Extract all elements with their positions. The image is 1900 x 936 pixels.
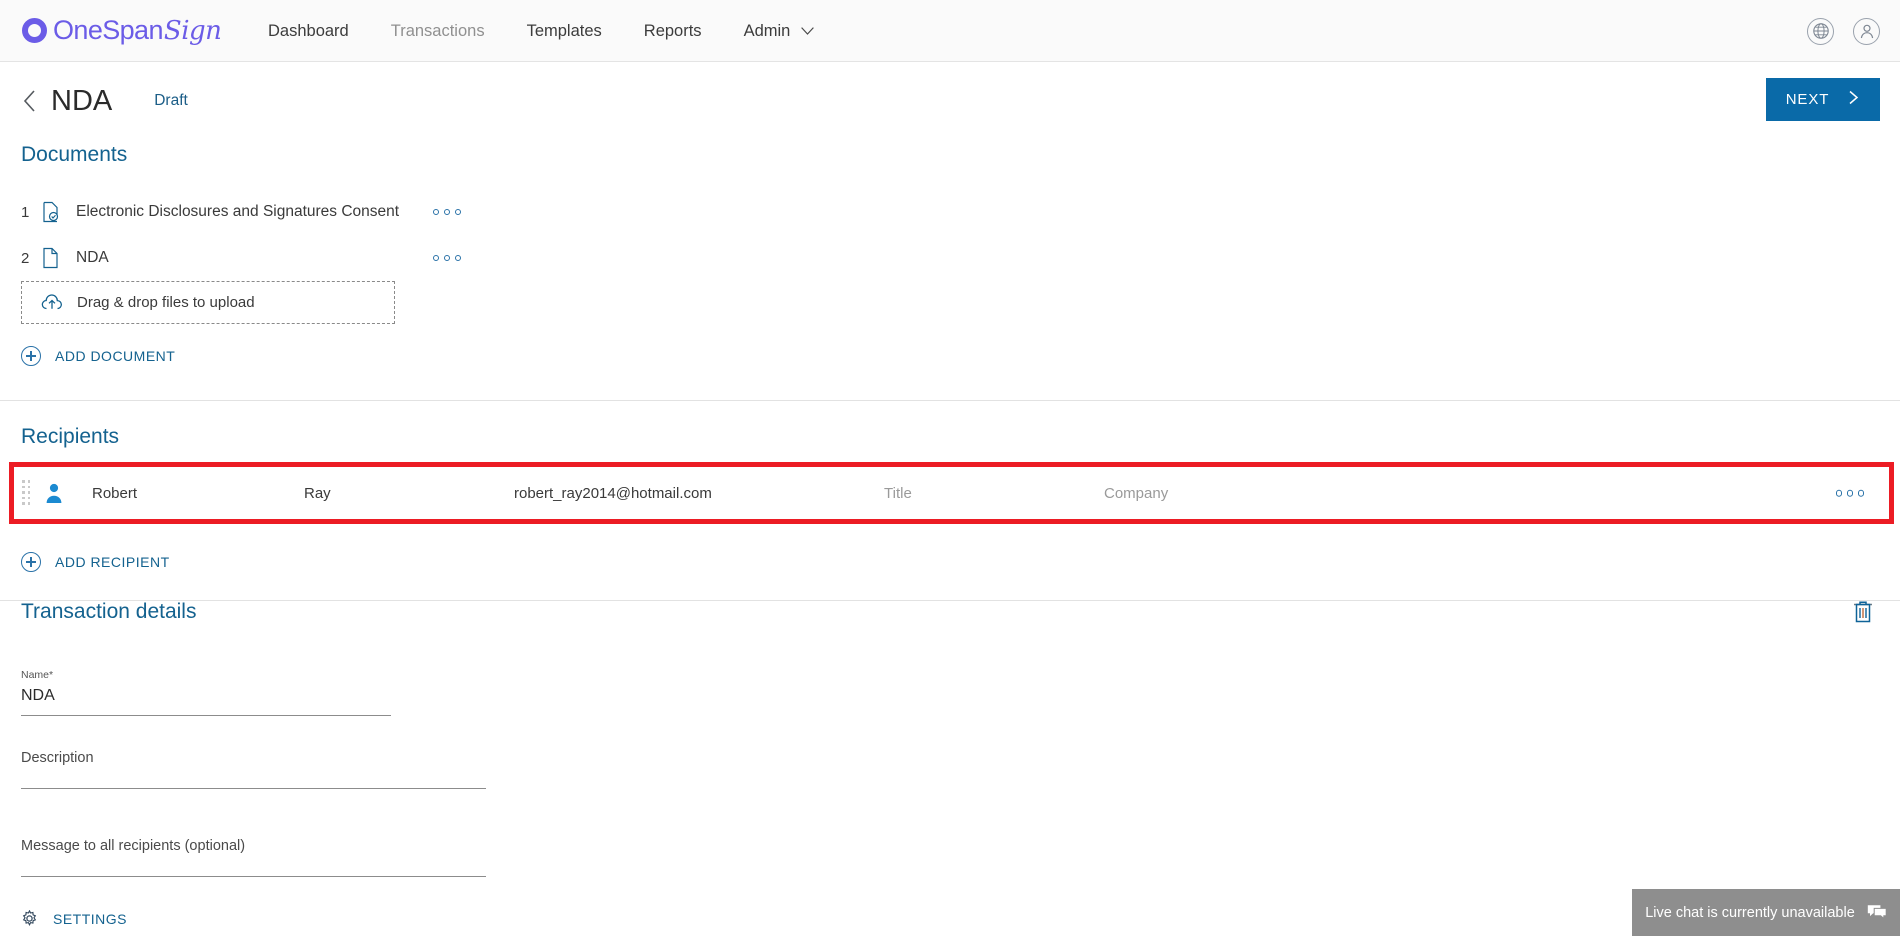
trash-icon[interactable]	[1850, 598, 1876, 626]
document-list-item[interactable]: 1 Electronic Disclosures and Signatures …	[21, 189, 461, 235]
file-dropzone[interactable]: Drag & drop files to upload	[21, 281, 395, 324]
add-recipient-button[interactable]: ADD RECIPIENT	[21, 552, 170, 572]
nav-item-templates[interactable]: Templates	[506, 0, 623, 62]
back-chevron-icon[interactable]	[21, 89, 39, 113]
document-name: Electronic Disclosures and Signatures Co…	[76, 203, 400, 220]
recipient-row-highlight: Robert Ray robert_ray2014@hotmail.com Ti…	[9, 462, 1894, 524]
person-icon	[44, 482, 64, 504]
plus-circle-icon	[21, 346, 41, 366]
nav-item-transactions[interactable]: Transactions	[370, 0, 506, 62]
live-chat-text: Live chat is currently unavailable	[1645, 904, 1855, 921]
plus-circle-icon	[21, 552, 41, 572]
primary-nav-links: Dashboard Transactions Templates Reports…	[247, 0, 835, 61]
transaction-name-label: Name*	[21, 669, 54, 681]
recipient-title-input[interactable]: Title	[884, 485, 912, 502]
settings-button[interactable]: SETTINGS	[21, 910, 127, 927]
live-chat-widget[interactable]: Live chat is currently unavailable	[1632, 889, 1900, 936]
documents-heading: Documents	[21, 143, 128, 166]
next-button[interactable]: NEXT	[1766, 78, 1880, 121]
document-index: 2	[21, 249, 30, 267]
recipient-last-name[interactable]: Ray	[304, 485, 331, 502]
logo-ring-icon	[22, 18, 47, 43]
upload-cloud-icon	[41, 293, 63, 312]
recipient-first-name[interactable]: Robert	[92, 485, 137, 502]
nav-item-dashboard[interactable]: Dashboard	[247, 0, 370, 62]
globe-icon[interactable]	[1807, 17, 1834, 45]
top-navigation-bar: OneSpan Sign Dashboard Transactions Temp…	[0, 0, 1900, 62]
documents-section: Documents 1 Electronic Disclosures and S…	[0, 143, 1900, 366]
logo-script-sign: Sign	[163, 15, 222, 46]
transaction-description-field[interactable]: Description	[21, 750, 486, 789]
drag-handle-icon[interactable]	[22, 480, 30, 506]
field-underline	[21, 715, 391, 716]
logo-wordmark: OneSpan	[53, 15, 164, 45]
account-icon[interactable]	[1853, 17, 1880, 45]
section-divider	[0, 400, 1900, 401]
next-button-label: NEXT	[1785, 91, 1830, 108]
chevron-down-icon	[801, 26, 815, 35]
document-options-menu[interactable]	[432, 208, 461, 216]
chevron-right-icon	[1847, 90, 1860, 109]
recipient-options-menu[interactable]	[1835, 489, 1864, 497]
recipients-heading: Recipients	[21, 425, 120, 448]
document-index: 1	[21, 203, 30, 221]
recipients-section: Recipients	[0, 425, 1900, 449]
add-recipient-label: ADD RECIPIENT	[55, 554, 170, 570]
add-document-label: ADD DOCUMENT	[55, 348, 176, 364]
page-title: NDA	[51, 84, 113, 117]
recipient-email[interactable]: robert_ray2014@hotmail.com	[514, 485, 712, 502]
topnav-right-icons	[1807, 0, 1880, 62]
settings-label: SETTINGS	[53, 910, 128, 927]
chat-bubble-icon	[1867, 904, 1887, 921]
gear-icon	[21, 910, 38, 927]
field-underline	[21, 876, 486, 877]
field-underline	[21, 788, 486, 789]
document-list-item[interactable]: 2 NDA	[21, 235, 461, 281]
status-badge: Draft	[154, 92, 188, 109]
transaction-name-field[interactable]: Name* NDA	[21, 669, 391, 716]
transaction-details-section: Transaction details Name* NDA Descriptio…	[0, 598, 1900, 927]
transaction-name-value[interactable]: NDA	[21, 687, 391, 708]
page-header: NDA Draft NEXT	[0, 63, 1900, 139]
transaction-message-field[interactable]: Message to all recipients (optional)	[21, 838, 486, 877]
add-document-button[interactable]: ADD DOCUMENT	[21, 346, 175, 366]
nav-item-admin-label: Admin	[743, 21, 791, 40]
document-check-icon	[41, 201, 63, 223]
dropzone-label: Drag & drop files to upload	[77, 294, 255, 311]
recipient-company-input[interactable]: Company	[1104, 485, 1168, 502]
nav-item-admin[interactable]: Admin	[723, 0, 836, 62]
onespan-sign-logo[interactable]: OneSpan Sign	[22, 14, 222, 48]
nav-item-reports[interactable]: Reports	[623, 0, 723, 62]
transaction-description-placeholder[interactable]: Description	[21, 750, 486, 766]
document-icon	[41, 247, 63, 269]
transaction-message-placeholder[interactable]: Message to all recipients (optional)	[21, 838, 486, 854]
document-options-menu[interactable]	[432, 254, 461, 262]
transaction-details-heading: Transaction details	[21, 600, 197, 623]
document-name: NDA	[76, 249, 109, 266]
recipient-row[interactable]: Robert Ray robert_ray2014@hotmail.com Ti…	[14, 467, 1889, 519]
